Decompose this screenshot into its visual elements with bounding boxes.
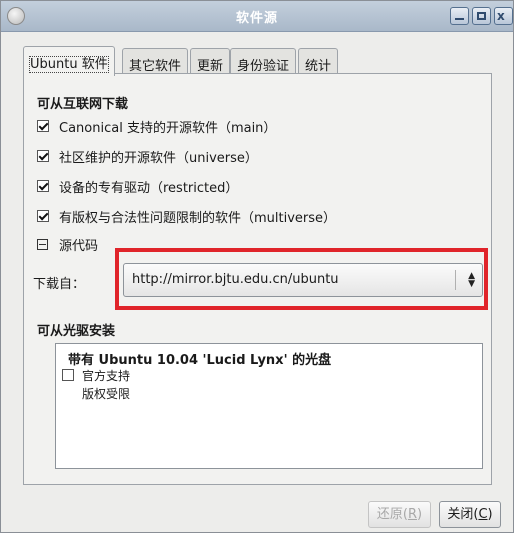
cdrom-section-heading: 可从光驱安装: [37, 324, 116, 339]
software-sources-window: 软件源 x Ubuntu 软件 其它软件 更新 身份验证 统计 可从互联网下载 …: [0, 0, 514, 533]
close-icon: x: [497, 9, 505, 23]
download-server-value: http://mirror.bjtu.edu.cn/ubuntu: [132, 272, 339, 287]
tab-authentication[interactable]: 身份验证: [230, 48, 297, 74]
maximize-icon: [477, 12, 486, 20]
close-button[interactable]: 关闭(C): [439, 501, 501, 528]
checkbox-multiverse[interactable]: 有版权与合法性问题限制的软件（multiverse）: [37, 206, 336, 226]
cdrom-entry-line2: 版权受限: [82, 387, 131, 401]
revert-button[interactable]: 还原(R): [368, 501, 431, 528]
download-from-label: 下载自：: [33, 277, 86, 292]
checkbox-source-code-label: 源代码: [59, 238, 99, 254]
window-title: 软件源: [235, 11, 278, 26]
title-bar[interactable]: 软件源 x: [1, 1, 513, 32]
checkbox-main-label: Canonical 支持的开源软件（main）: [59, 120, 277, 136]
download-server-combobox[interactable]: http://mirror.bjtu.edu.cn/ubuntu ▲ ▼: [123, 263, 483, 297]
close-window-button[interactable]: x: [494, 7, 513, 25]
checkbox-multiverse-box[interactable]: [37, 210, 49, 222]
maximize-button[interactable]: [472, 7, 491, 25]
checkbox-main[interactable]: Canonical 支持的开源软件（main）: [37, 116, 276, 136]
minimize-button[interactable]: [450, 7, 469, 25]
checkbox-universe[interactable]: 社区维护的开源软件（universe）: [37, 146, 258, 166]
checkbox-source-code[interactable]: 源代码: [37, 234, 98, 254]
checkbox-universe-label: 社区维护的开源软件（universe）: [59, 150, 258, 166]
minimize-icon: [455, 12, 464, 20]
checkbox-restricted-label: 设备的专有驱动（restricted）: [59, 180, 239, 196]
tab-updates[interactable]: 更新: [190, 48, 231, 74]
cdrom-list: 带有 Ubuntu 10.04 'Lucid Lynx' 的光盘 官方支持 版权…: [55, 343, 483, 469]
checkbox-restricted[interactable]: 设备的专有驱动（restricted）: [37, 176, 238, 196]
checkbox-main-box[interactable]: [37, 120, 49, 132]
cdrom-entry-checkbox[interactable]: [62, 369, 74, 381]
checkbox-multiverse-label: 有版权与合法性问题限制的软件（multiverse）: [59, 210, 337, 226]
partial-check-icon[interactable]: [37, 238, 48, 250]
up-down-arrows-icon: ▲ ▼: [468, 271, 475, 289]
cdrom-entry-title: 带有 Ubuntu 10.04 'Lucid Lynx' 的光盘: [68, 353, 332, 368]
tab-other-software[interactable]: 其它软件: [122, 48, 189, 74]
tab-ubuntu-software[interactable]: Ubuntu 软件: [23, 46, 115, 76]
checkbox-restricted-box[interactable]: [37, 180, 49, 192]
tab-statistics[interactable]: 统计: [298, 48, 339, 74]
combobox-separator: [455, 270, 456, 290]
internet-section-heading: 可从互联网下载: [37, 97, 129, 112]
cdrom-entry-line1: 官方支持: [82, 369, 131, 383]
checkbox-universe-box[interactable]: [37, 150, 49, 162]
